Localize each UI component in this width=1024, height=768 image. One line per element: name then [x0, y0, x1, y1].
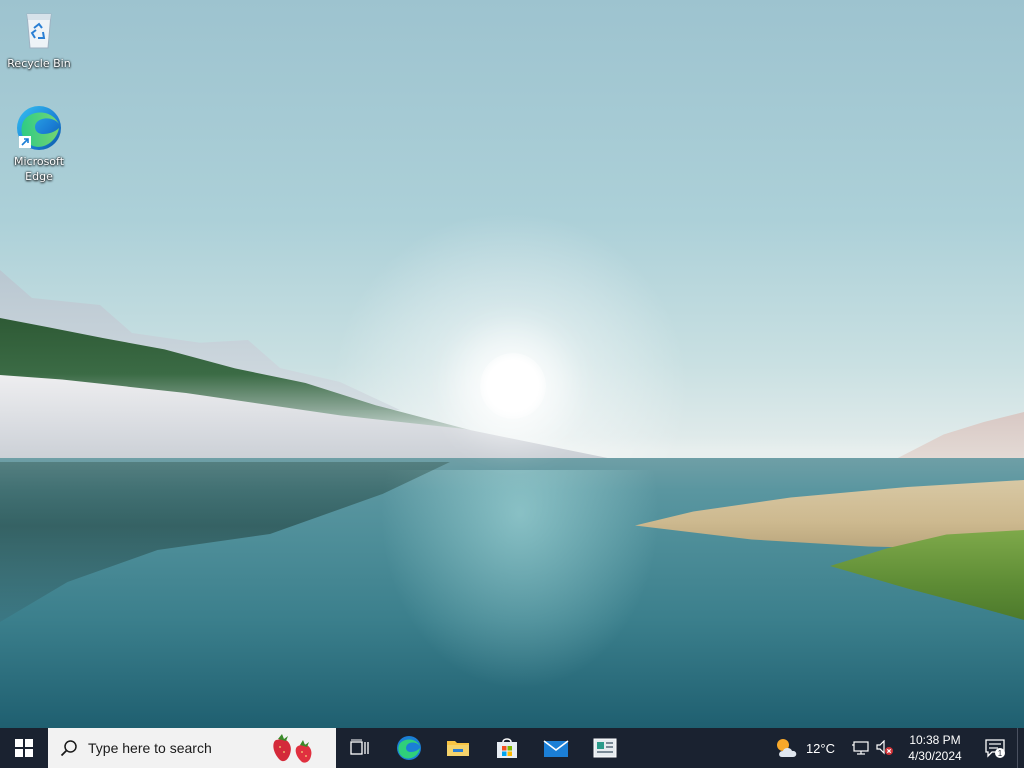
task-view-button[interactable] — [336, 728, 384, 768]
wallpaper-mountain-right — [890, 412, 1024, 462]
search-icon — [60, 740, 77, 757]
weather-widget[interactable]: 12°C — [766, 728, 843, 768]
partly-cloudy-icon — [776, 739, 797, 757]
task-view-icon — [350, 739, 369, 755]
search-box[interactable]: Type here to search — [48, 728, 336, 768]
taskbar-news-button[interactable] — [580, 728, 629, 768]
recycle-bin-icon — [15, 6, 63, 54]
taskbar-store-button[interactable] — [482, 728, 531, 768]
network-button[interactable] — [849, 728, 873, 768]
clock-date: 4/30/2024 — [908, 749, 962, 763]
strawberry-icon — [273, 734, 312, 763]
search-placeholder: Type here to search — [88, 740, 212, 756]
start-button[interactable] — [0, 728, 48, 768]
volume-muted-icon — [876, 740, 893, 755]
desktop-icon-microsoft-edge[interactable]: Microsoft Edge — [1, 104, 77, 184]
volume-button[interactable] — [873, 728, 897, 768]
wallpaper-water-shine — [380, 470, 660, 690]
desktop-icon-label: Recycle Bin — [7, 57, 71, 70]
system-tray: 12°C 10:38 PM 4/30/2024 1 — [766, 728, 1024, 768]
desktop-icon-recycle-bin[interactable]: Recycle Bin — [1, 6, 77, 71]
wallpaper-sun — [480, 353, 546, 419]
notification-count: 1 — [998, 749, 1003, 758]
taskbar-mail-button[interactable] — [531, 728, 580, 768]
windows-logo-icon — [15, 739, 33, 757]
taskbar-file-explorer-button[interactable] — [433, 728, 482, 768]
store-icon — [496, 738, 517, 758]
news-icon — [593, 738, 616, 758]
desktop-icon-label: Microsoft Edge — [13, 155, 65, 183]
mail-icon — [543, 740, 568, 757]
folder-icon — [446, 741, 469, 756]
desktop: Recycle Bin Microsoft Edge — [0, 0, 1024, 728]
show-desktop-button[interactable] — [1017, 728, 1024, 768]
taskbar-edge-button[interactable] — [384, 728, 433, 768]
taskbar: Type here to search 12°C 10:38 PM 4/30/2… — [0, 728, 1024, 768]
edge-icon — [396, 736, 421, 760]
clock-time: 10:38 PM — [909, 733, 961, 747]
notification-center-button[interactable]: 1 — [973, 728, 1017, 768]
action-center-icon: 1 — [985, 739, 1005, 758]
network-icon — [852, 741, 869, 755]
edge-icon — [15, 104, 63, 152]
clock[interactable]: 10:38 PM 4/30/2024 — [897, 732, 973, 764]
weather-temperature: 12°C — [805, 740, 835, 756]
